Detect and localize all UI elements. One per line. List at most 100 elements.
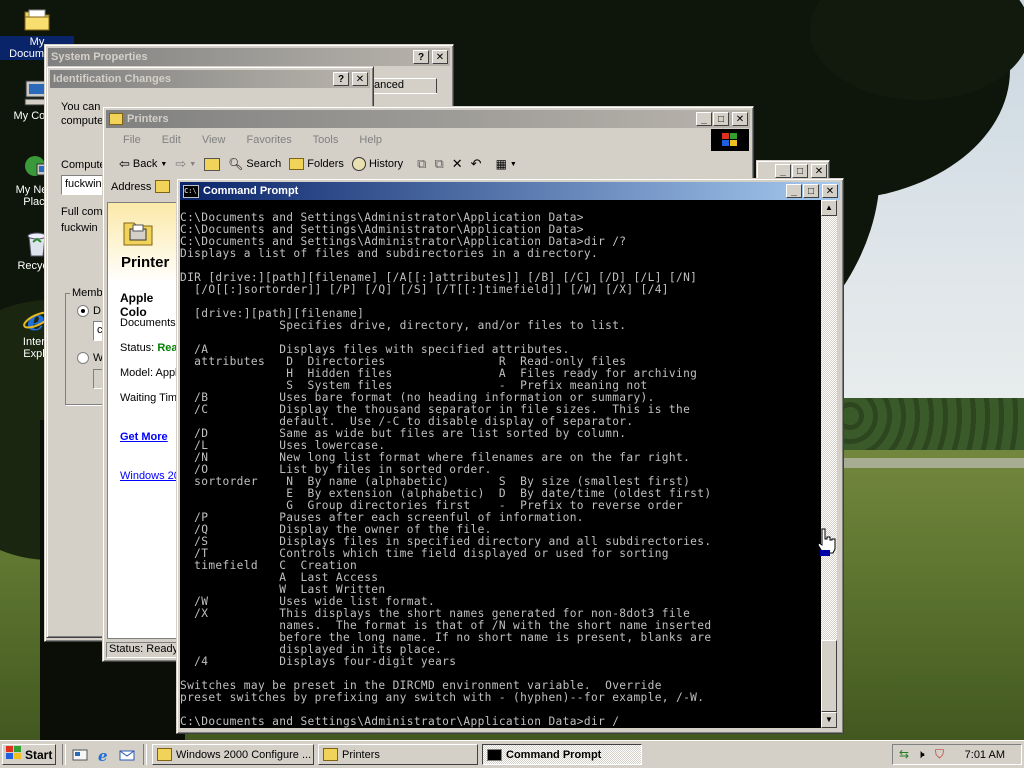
- maximize-button[interactable]: □: [803, 184, 819, 198]
- maximize-button[interactable]: □: [792, 164, 808, 178]
- window-title: Identification Changes: [53, 73, 171, 85]
- menu-file[interactable]: File: [123, 134, 141, 146]
- svg-text:e: e: [98, 747, 108, 763]
- folders-button[interactable]: Folders: [289, 158, 344, 170]
- status-value: Rea: [157, 342, 178, 354]
- search-icon: 🔍︎: [228, 157, 244, 171]
- scroll-thumb[interactable]: [821, 640, 837, 712]
- close-button[interactable]: ✕: [432, 50, 448, 64]
- close-button[interactable]: ✕: [822, 184, 838, 198]
- task-label: Windows 2000 Configure ...: [176, 748, 312, 761]
- search-button[interactable]: 🔍︎ Search: [228, 157, 281, 171]
- delete-button[interactable]: ✕: [452, 156, 463, 172]
- scroll-up-button[interactable]: ▲: [821, 200, 837, 216]
- folder-icon: [21, 4, 53, 34]
- close-button[interactable]: ✕: [352, 72, 368, 86]
- ie-icon[interactable]: e: [96, 747, 112, 765]
- search-label: Search: [246, 158, 282, 170]
- help-button[interactable]: ?: [333, 72, 349, 86]
- documents-label: Documents:: [120, 317, 179, 329]
- volume-tray-icon[interactable]: 🕨: [917, 747, 925, 762]
- folders-icon: [289, 158, 305, 170]
- undo-button[interactable]: ↶: [471, 156, 482, 172]
- task-label: Printers: [342, 748, 380, 761]
- windows-update-link[interactable]: Windows 20: [120, 470, 180, 482]
- model-label: Model:: [120, 367, 154, 379]
- folders-label: Folders: [307, 158, 344, 170]
- security-tray-icon[interactable]: ⛉: [935, 747, 944, 762]
- menu-view[interactable]: View: [202, 134, 226, 146]
- network-tray-icon[interactable]: ⇆: [899, 747, 909, 761]
- model-line: Model: Appl: [120, 367, 178, 379]
- folder-content: Printer Apple Colo Documents: Status: Re…: [107, 202, 184, 639]
- radio-label: D: [93, 305, 101, 317]
- menu-edit[interactable]: Edit: [162, 134, 181, 146]
- minimize-button[interactable]: _: [696, 112, 712, 126]
- quicklaunch-divider: [143, 744, 147, 765]
- history-button[interactable]: History: [351, 157, 403, 171]
- system-properties-titlebar[interactable]: System Properties ? ✕: [48, 48, 450, 66]
- scroll-down-button[interactable]: ▼: [821, 712, 837, 728]
- history-icon: [351, 157, 366, 171]
- identification-titlebar[interactable]: Identification Changes ? ✕: [50, 70, 370, 88]
- help-button[interactable]: ?: [413, 50, 429, 64]
- get-more-link[interactable]: Get More: [120, 431, 168, 443]
- views-button[interactable]: ▦ ▼: [496, 157, 517, 171]
- console-text: C:\Documents and Settings\Administrator\…: [180, 211, 712, 728]
- full-computer-name-value: fuckwin: [61, 222, 98, 234]
- address-label: Address: [111, 180, 152, 193]
- minimize-button[interactable]: _: [786, 184, 802, 198]
- description-text: compute: [61, 115, 104, 127]
- move-to-button[interactable]: ⧉: [417, 156, 426, 172]
- selected-printer-name: Apple Colo: [120, 291, 154, 319]
- cmd-icon: [487, 748, 502, 761]
- waiting-time-label: Waiting Time: [120, 392, 184, 404]
- windows-flag-icon: [6, 746, 22, 763]
- command-prompt-titlebar[interactable]: C:\ Command Prompt _ □ ✕: [180, 182, 840, 200]
- model-value: Appl: [155, 367, 178, 379]
- standard-toolbar: ⇦ Back ▼ ⇨ ▼ 🔍︎ Search Folders History ⧉ ⧉ …: [119, 156, 525, 172]
- show-desktop-icon[interactable]: [72, 747, 88, 763]
- status-label: Status:: [120, 342, 155, 354]
- forward-arrow-icon: ⇨: [175, 156, 187, 171]
- full-computer-name-label: Full com: [61, 206, 103, 218]
- copy-to-button[interactable]: ⧉: [434, 156, 443, 172]
- back-button[interactable]: ⇦ Back ▼: [119, 156, 167, 172]
- close-button[interactable]: ✕: [732, 112, 748, 126]
- task-windows-2000-configure[interactable]: Windows 2000 Configure ...: [152, 744, 314, 765]
- task-printers[interactable]: Printers: [318, 744, 478, 765]
- printer-folder-icon: [109, 113, 123, 125]
- outlook-express-icon[interactable]: [119, 747, 135, 763]
- computer-name-label: Compute: [61, 159, 106, 171]
- console-output[interactable]: C:\Documents and Settings\Administrator\…: [180, 200, 821, 728]
- up-folder-button[interactable]: [204, 157, 221, 171]
- tab-advanced[interactable]: anced: [371, 78, 437, 94]
- menu-help[interactable]: Help: [359, 134, 382, 146]
- start-button[interactable]: Start: [2, 744, 56, 765]
- domain-radio[interactable]: D: [77, 305, 101, 317]
- status-bar: Status: Ready: [106, 642, 180, 658]
- close-button[interactable]: ✕: [811, 164, 827, 178]
- printer-folder-icon: [323, 748, 338, 761]
- window-title: System Properties: [51, 51, 148, 63]
- back-label: Back: [132, 158, 158, 170]
- menu-tools[interactable]: Tools: [313, 134, 339, 146]
- groupbox-label: Memb: [70, 287, 105, 299]
- taskbar: Start e Windows 2000 Configure ... Print…: [0, 740, 1024, 768]
- address-bar: Address: [111, 180, 171, 193]
- task-command-prompt[interactable]: Command Prompt: [482, 744, 642, 765]
- cursor-block: [820, 550, 830, 556]
- maximize-button[interactable]: □: [713, 112, 729, 126]
- console-scrollbar[interactable]: ▲ ▼: [821, 200, 837, 728]
- quicklaunch-divider: [62, 744, 66, 765]
- forward-button[interactable]: ⇨ ▼: [175, 156, 196, 172]
- workgroup-radio[interactable]: W: [77, 352, 103, 364]
- back-arrow-icon: ⇦: [119, 156, 130, 171]
- task-label: Command Prompt: [506, 748, 602, 761]
- minimize-button[interactable]: _: [775, 164, 791, 178]
- dropdown-icon: ▼: [509, 160, 517, 168]
- cmd-icon: C:\: [183, 184, 199, 198]
- menu-favorites[interactable]: Favorites: [247, 134, 292, 146]
- folder-heading: Printer: [121, 254, 170, 271]
- printers-titlebar[interactable]: Printers _ □ ✕: [106, 110, 750, 128]
